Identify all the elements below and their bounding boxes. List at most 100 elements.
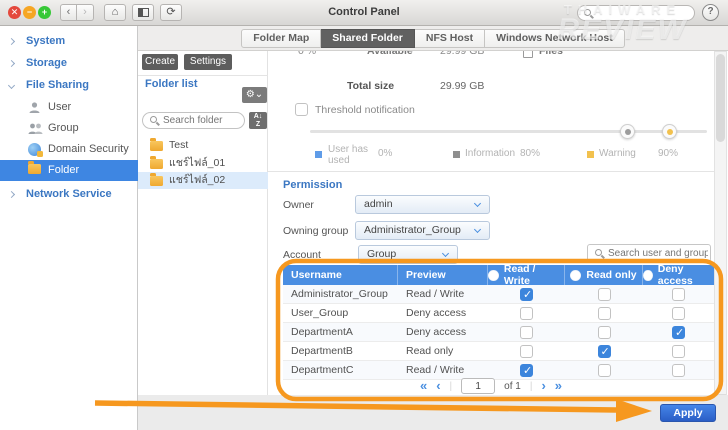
yellow-square-icon xyxy=(587,151,594,158)
folder-row-share01[interactable]: แชร์ไฟล์_01 xyxy=(138,155,268,172)
tab-folder-map[interactable]: Folder Map xyxy=(241,28,322,48)
ro-checkbox[interactable] xyxy=(597,306,611,320)
global-search-box[interactable] xyxy=(577,5,695,21)
column-label: Read only xyxy=(586,269,637,281)
sidebar-item-label: System xyxy=(26,35,66,47)
sidebar-item-system[interactable]: System xyxy=(0,31,138,52)
group-icon xyxy=(28,123,43,134)
window-titlebar: ✕ − + ‹ › ⌂ ⟳ Control Panel ? xyxy=(0,0,728,26)
username-cell: DepartmentC xyxy=(291,364,354,376)
user-group-search-box[interactable] xyxy=(587,244,711,262)
account-select[interactable]: Group xyxy=(358,245,458,264)
folder-icon xyxy=(150,138,163,151)
available-value: 29.99 GB xyxy=(440,51,485,57)
create-button[interactable]: Create xyxy=(142,54,178,70)
help-button[interactable]: ? xyxy=(702,4,719,21)
column-username[interactable]: Username xyxy=(283,265,398,285)
information-slider-handle[interactable] xyxy=(620,124,635,139)
settings-button[interactable]: Settings xyxy=(184,54,232,70)
sidebar-item-label: File Sharing xyxy=(26,79,89,91)
sidebar-item-group[interactable]: Group xyxy=(0,118,138,139)
user-group-search-input[interactable] xyxy=(608,246,708,260)
apply-button[interactable]: Apply xyxy=(660,404,716,422)
chevron-down-icon xyxy=(441,249,450,258)
column-label: Read / Write xyxy=(503,263,536,287)
select-all-rw-checkbox[interactable] xyxy=(488,269,499,281)
tab-windows-network-host[interactable]: Windows Network Host xyxy=(485,28,625,48)
owning-group-select[interactable]: Administrator_Group xyxy=(355,221,490,240)
tab-nfs-host[interactable]: NFS Host xyxy=(414,28,486,48)
shared-folder-detail-panel: 0 % Available 29.99 GB Files Total size … xyxy=(268,51,714,395)
owner-select[interactable]: admin xyxy=(355,195,490,214)
folder-options-button[interactable]: ⚙⌄ xyxy=(242,87,267,103)
sidebar-item-label: Network Service xyxy=(26,188,112,200)
sidebar-item-network-service[interactable]: Network Service xyxy=(0,184,138,205)
legend-user-used xyxy=(315,150,322,161)
pagination: « ‹ | of 1 | › » xyxy=(268,377,714,395)
last-page-button[interactable]: » xyxy=(555,378,562,394)
ro-checkbox[interactable] xyxy=(597,344,611,358)
sidebar-item-domain-security[interactable]: Domain Security xyxy=(0,139,138,160)
sidebar-item-folder[interactable]: Folder xyxy=(0,160,138,181)
deny-checkbox[interactable] xyxy=(672,363,685,377)
rw-checkbox[interactable] xyxy=(520,287,533,301)
tab-bar: Folder Map Shared Folder NFS Host Window… xyxy=(138,26,728,51)
sidebar-item-user[interactable]: User xyxy=(0,97,138,118)
global-search-input[interactable] xyxy=(596,6,692,20)
username-cell: User_Group xyxy=(291,307,349,319)
folder-name: แชร์ไฟล์_02 xyxy=(169,174,226,186)
rw-checkbox[interactable] xyxy=(520,325,533,339)
gear-icon: ⚙ xyxy=(245,89,255,100)
folder-search-box[interactable] xyxy=(142,112,245,129)
table-row[interactable]: DepartmentB Read only xyxy=(283,342,714,361)
deny-checkbox[interactable] xyxy=(672,287,685,301)
ro-checkbox[interactable] xyxy=(597,325,611,339)
column-preview[interactable]: Preview xyxy=(398,265,488,285)
folder-row-test[interactable]: Test xyxy=(138,137,268,154)
ro-checkbox[interactable] xyxy=(597,363,611,377)
legend-warning-label: Warning xyxy=(599,148,636,159)
rw-checkbox[interactable] xyxy=(520,344,533,358)
owning-group-label: Owning group xyxy=(283,225,349,237)
folder-row-share02[interactable]: แชร์ไฟล์_02 xyxy=(138,172,268,189)
sort-button[interactable]: A↓ Z xyxy=(249,112,267,129)
rw-checkbox[interactable] xyxy=(520,306,533,320)
sidebar-item-file-sharing[interactable]: File Sharing xyxy=(0,75,138,96)
sidebar-item-storage[interactable]: Storage xyxy=(0,53,138,74)
ro-checkbox[interactable] xyxy=(597,287,611,301)
table-row[interactable]: DepartmentA Deny access xyxy=(283,323,714,342)
chevron-down-icon xyxy=(473,199,482,208)
column-read-only[interactable]: Read only xyxy=(565,265,643,285)
threshold-checkbox[interactable] xyxy=(295,103,308,116)
sort-az-icon: Z xyxy=(255,121,261,128)
deny-checkbox[interactable] xyxy=(672,306,685,320)
deny-checkbox[interactable] xyxy=(672,344,685,358)
vertical-scrollbar[interactable] xyxy=(714,51,727,410)
threshold-slider-track[interactable] xyxy=(310,130,707,133)
column-deny-access[interactable]: Deny access xyxy=(643,263,714,287)
threshold-label: Threshold notification xyxy=(315,104,415,116)
folder-search-input[interactable] xyxy=(163,114,241,127)
prev-page-button[interactable]: ‹ xyxy=(436,378,440,394)
table-row[interactable]: Administrator_Group Read / Write xyxy=(283,285,714,304)
divider: | xyxy=(449,380,453,392)
chevron-down-icon xyxy=(473,225,482,234)
preview-cell: Deny access xyxy=(406,307,467,319)
select-all-ro-checkbox[interactable] xyxy=(570,269,582,281)
next-page-button[interactable]: › xyxy=(541,378,545,394)
scrollbar-thumb[interactable] xyxy=(716,54,725,142)
warning-slider-handle[interactable] xyxy=(662,124,677,139)
tab-shared-folder[interactable]: Shared Folder xyxy=(321,28,415,48)
total-size-value: 29.99 GB xyxy=(440,80,485,92)
table-row[interactable]: User_Group Deny access xyxy=(283,304,714,323)
select-all-deny-checkbox[interactable] xyxy=(643,269,653,281)
owner-value: admin xyxy=(364,198,393,210)
preview-cell: Deny access xyxy=(406,326,467,338)
page-number-input[interactable] xyxy=(461,378,496,394)
rw-checkbox[interactable] xyxy=(520,363,533,377)
column-read-write[interactable]: Read / Write xyxy=(488,263,565,287)
permission-table: Username Preview Read / Write Read only … xyxy=(283,263,714,380)
first-page-button[interactable]: « xyxy=(420,378,427,394)
sidebar-item-label: Group xyxy=(48,122,79,134)
deny-checkbox[interactable] xyxy=(672,325,685,339)
